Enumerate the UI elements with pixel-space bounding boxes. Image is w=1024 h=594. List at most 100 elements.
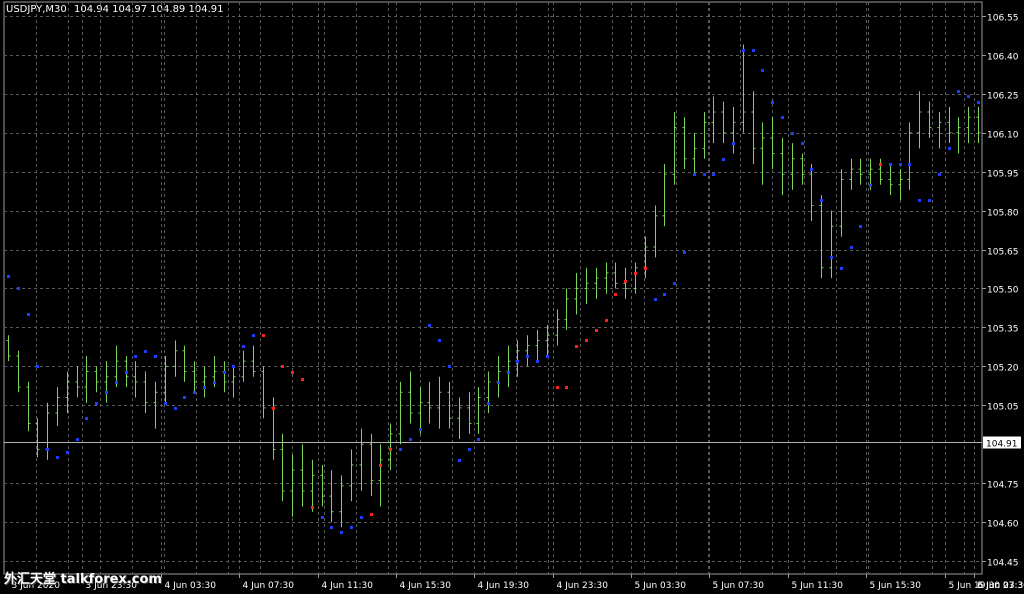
sar-dot-below <box>458 459 461 462</box>
price-tick-label: 104.60 <box>987 520 1019 530</box>
sar-dot-below <box>487 402 490 405</box>
ohlc-bar <box>917 91 922 149</box>
price-tick-label: 105.20 <box>987 364 1019 374</box>
ohlc-bar <box>633 262 638 294</box>
sar-dot-below <box>321 516 324 519</box>
sar-dot-above <box>301 378 304 381</box>
sar-dot-below <box>85 417 88 420</box>
ohlc-bar <box>261 366 266 419</box>
ohlc-bar <box>780 137 785 196</box>
sar-dot-below <box>448 365 451 368</box>
sar-dot-below <box>977 101 980 104</box>
ohlc-bar <box>496 355 501 398</box>
sar-dot-below <box>125 371 128 374</box>
ohlc-bar <box>75 366 80 398</box>
ohlc-bar <box>613 262 618 289</box>
sar-dot-below <box>850 246 853 249</box>
time-tick-label: 4 Jun 07:30 <box>243 581 295 591</box>
ohlc-bar <box>26 381 31 432</box>
ohlc-bar <box>378 444 383 507</box>
ohlc-bar <box>231 366 236 398</box>
sar-dot-below <box>399 448 402 451</box>
ohlc-bar <box>682 117 687 170</box>
sar-dot-below <box>419 428 422 431</box>
ohlc-bar <box>143 371 148 414</box>
time-tick-label: 4 Jun 03:30 <box>165 581 217 591</box>
price-tick-label: 104.45 <box>987 559 1019 569</box>
ohlc-bar <box>966 106 971 144</box>
sar-dot-below <box>536 360 539 363</box>
price-tick-label: 105.35 <box>987 325 1019 335</box>
ohlc-bar <box>486 371 491 414</box>
time-tick-label: 4 Jun 11:30 <box>322 581 374 591</box>
ohlc-bars <box>6 44 981 528</box>
ohlc-bar <box>692 132 697 175</box>
price-tick-label: 104.75 <box>987 481 1019 491</box>
sar-dot-below <box>193 391 196 394</box>
current-price-label: 104.91 <box>986 440 1018 450</box>
sar-dot-above <box>291 371 294 374</box>
time-tick-label: 4 Jun 15:30 <box>400 581 452 591</box>
sar-dot-below <box>869 184 872 187</box>
sar-dot-above <box>634 272 637 275</box>
ohlc-bar <box>858 158 863 185</box>
sar-dot-below <box>712 173 715 176</box>
sar-dot-below <box>703 173 706 176</box>
ohlc-bar <box>672 112 677 185</box>
sar-dot-above <box>262 334 265 337</box>
ohlc-bar <box>535 330 540 362</box>
sar-dot-above <box>575 345 578 348</box>
sar-dot-above <box>565 386 568 389</box>
sar-dot-below <box>350 526 353 529</box>
ohlc-bar <box>888 163 893 196</box>
sar-dot-above <box>281 365 284 368</box>
ohlc-bar <box>594 267 599 299</box>
ohlc-bar <box>251 345 256 377</box>
sar-dot-below <box>820 199 823 202</box>
sar-dot-below <box>183 396 186 399</box>
sar-dot-above <box>595 329 598 332</box>
price-tick-label: 106.55 <box>987 14 1019 24</box>
ohlc-bar <box>731 106 736 154</box>
ohlc-bar <box>45 402 50 460</box>
sar-dot-below <box>203 386 206 389</box>
sar-dot-below <box>810 168 813 171</box>
sar-dot-below <box>76 438 79 441</box>
sar-dot-below <box>7 275 10 278</box>
sar-dot-below <box>95 402 98 405</box>
sar-dot-below <box>213 381 216 384</box>
sar-dot-below <box>46 448 49 451</box>
ohlc-bar <box>907 122 912 190</box>
ohlc-bar <box>898 169 903 201</box>
sar-dot-below <box>105 391 108 394</box>
sar-dot-below <box>360 516 363 519</box>
sar-dot-below <box>330 526 333 529</box>
price-chart[interactable]: 106.55 106.40 106.25 106.10 105.95 105.80 105.… <box>0 0 1024 594</box>
chart-grid <box>3 1 983 575</box>
ohlc-bar <box>849 158 854 190</box>
ohlc-bar <box>457 397 462 440</box>
sar-dot-below <box>889 163 892 166</box>
ohlc-bar <box>84 355 89 403</box>
sar-dot-below <box>791 132 794 135</box>
ohlc-bar <box>182 345 187 382</box>
sar-dot-below <box>752 49 755 52</box>
sar-dot-below <box>468 448 471 451</box>
ohlc-bar <box>623 267 628 299</box>
ohlc-bar <box>829 210 834 279</box>
sar-dot-below <box>928 199 931 202</box>
price-tick-label: 105.65 <box>987 248 1019 258</box>
sar-dot-below <box>252 334 255 337</box>
sar-dot-below <box>134 355 137 358</box>
ohlc-bar <box>192 361 197 393</box>
sar-dot-above <box>624 280 627 283</box>
price-tick-label: 106.40 <box>987 53 1019 63</box>
sar-dot-above <box>311 506 314 509</box>
ohlc-bar <box>202 366 207 398</box>
ohlc-bar <box>94 366 99 393</box>
ohlc-bar <box>741 44 746 133</box>
sar-dot-below <box>918 199 921 202</box>
ohlc-bar <box>662 163 667 227</box>
sar-dot-below <box>409 438 412 441</box>
sar-dot-below <box>673 282 676 285</box>
